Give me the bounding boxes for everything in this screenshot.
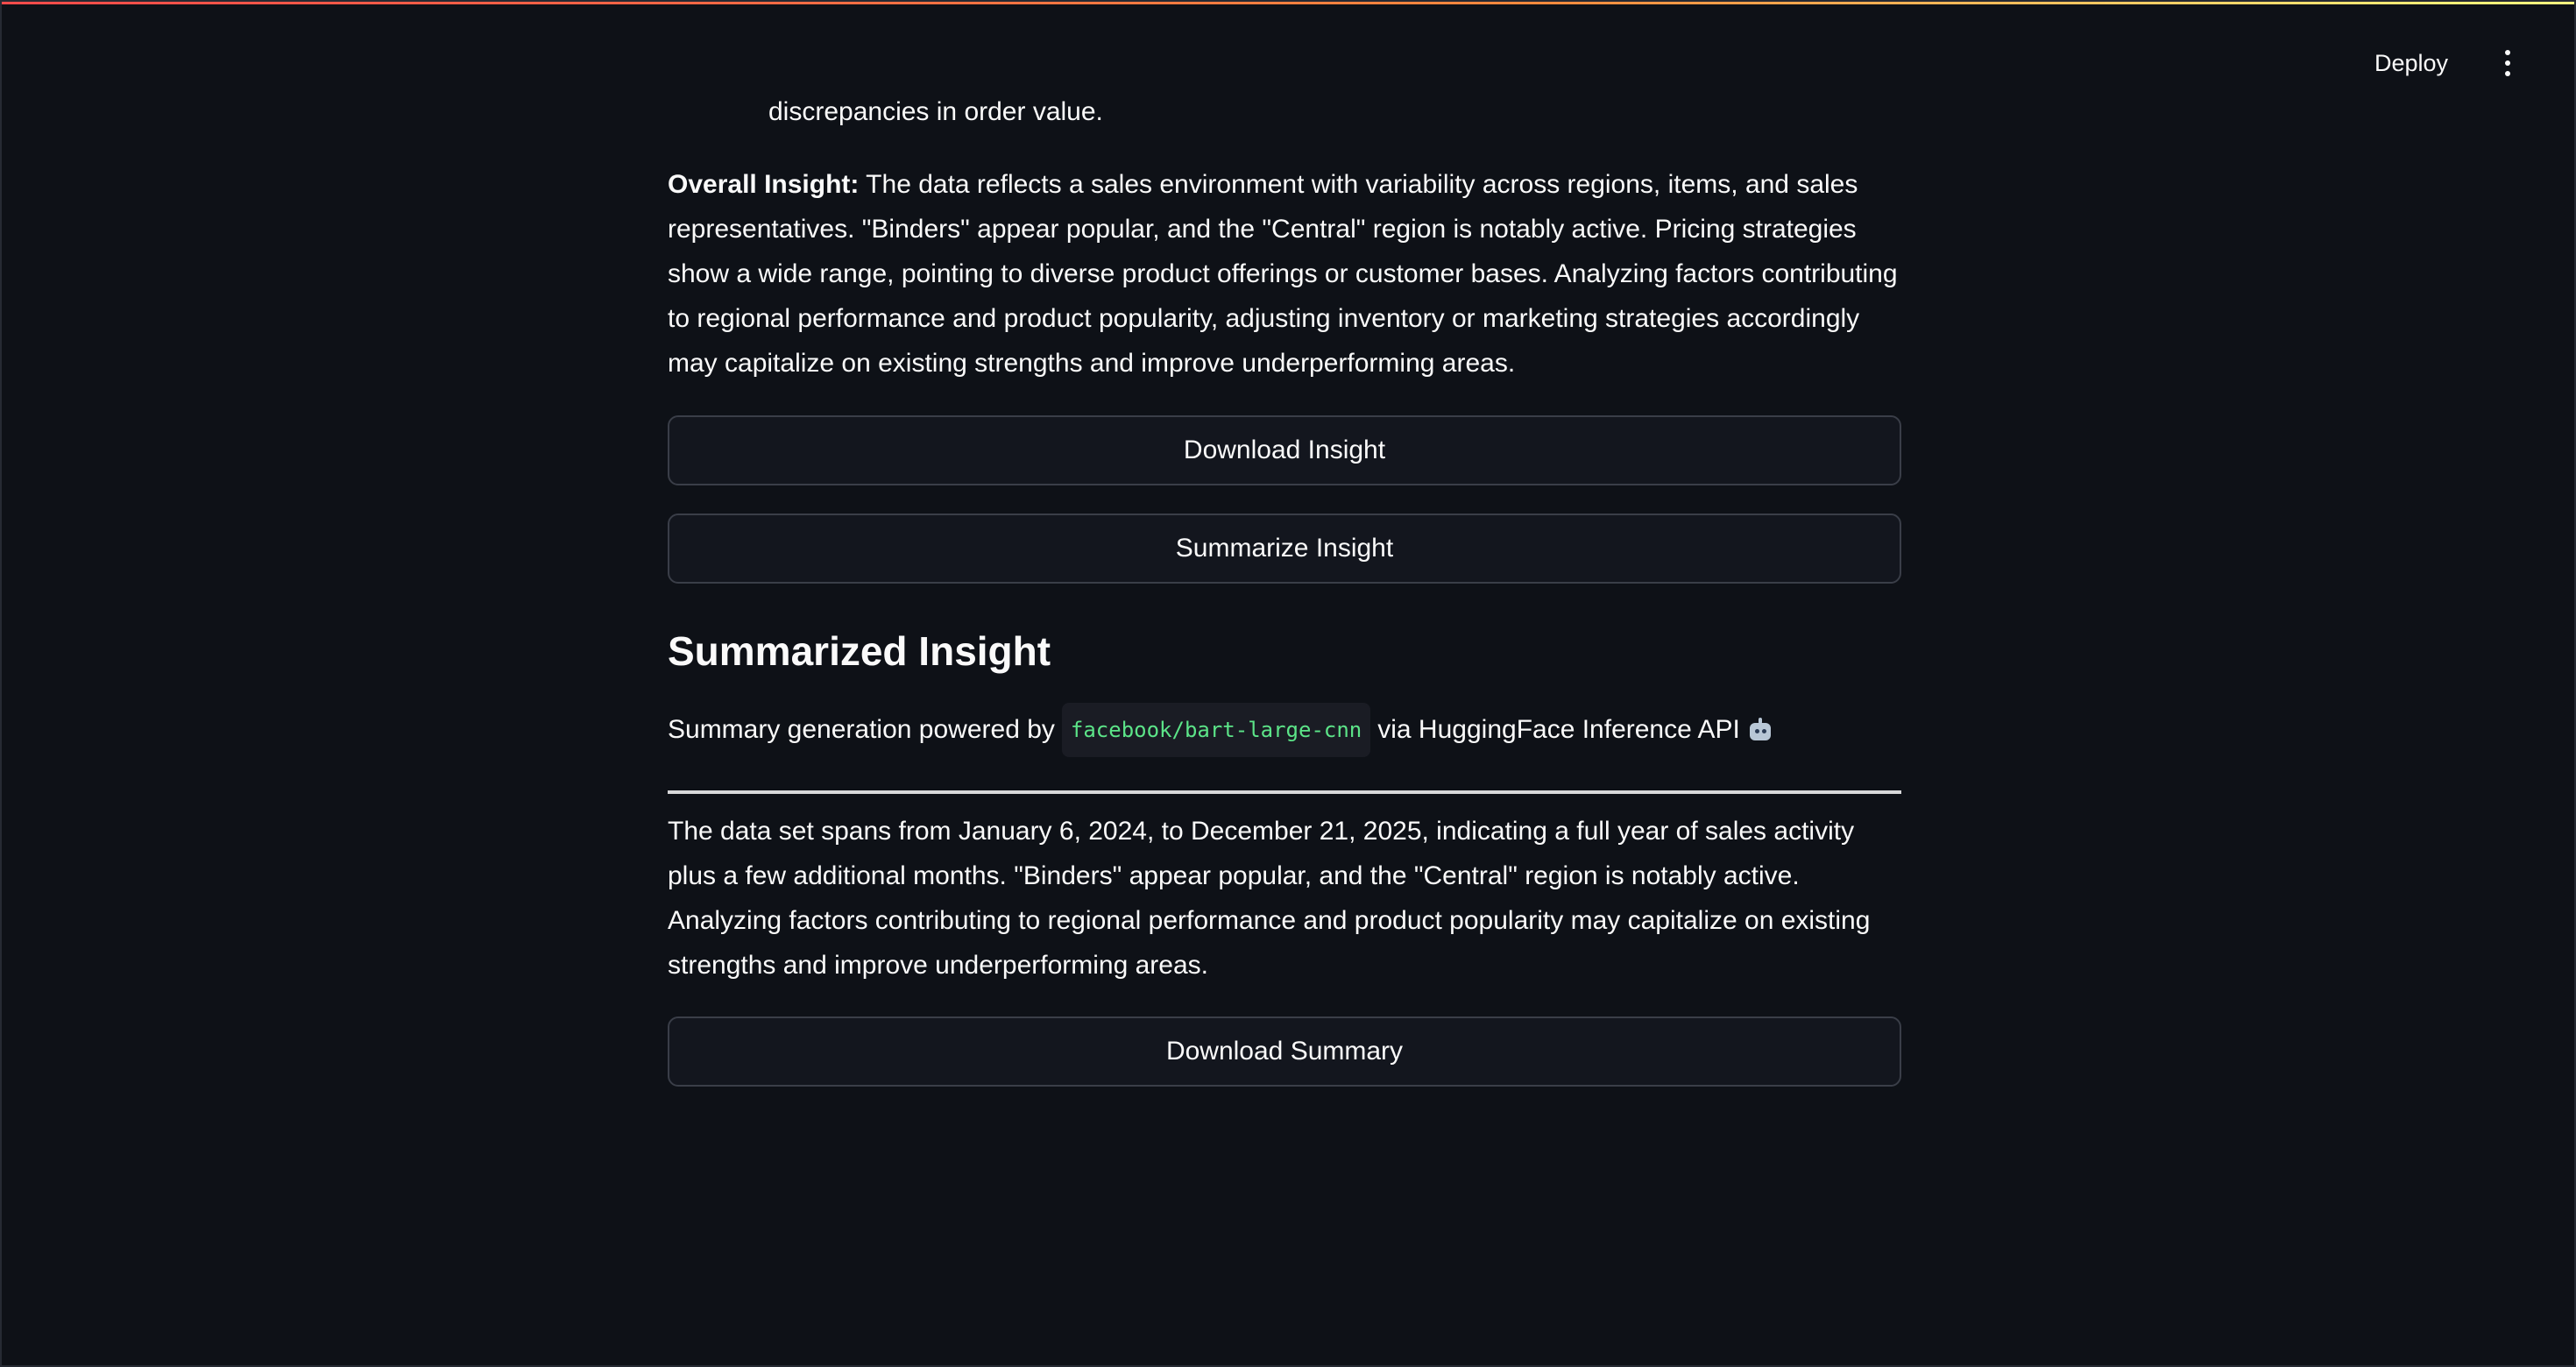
summarize-insight-button[interactable]: Summarize Insight: [668, 514, 1901, 584]
menu-dot: [2505, 50, 2510, 55]
summarize-insight-label: Summarize Insight: [1175, 534, 1394, 563]
list-item-tail: discrepancies in order value.: [768, 97, 1103, 126]
download-insight-button[interactable]: Download Insight: [668, 415, 1901, 485]
overall-insight-label: Overall Insight:: [668, 170, 860, 199]
download-insight-label: Download Insight: [1183, 436, 1386, 464]
menu-dot: [2505, 60, 2510, 66]
top-decoration-bar: [2, 2, 2574, 4]
overall-insight-paragraph: Overall Insight: The data reflects a sal…: [668, 162, 1901, 386]
app-window: Deploy discrepancies in order value. Ove…: [0, 0, 2576, 1367]
model-name-code: facebook/bart-large-cnn: [1061, 703, 1371, 757]
download-summary-button[interactable]: Download Summary: [668, 1016, 1901, 1087]
powered-by-line: Summary generation powered by facebook/b…: [668, 703, 1772, 757]
powered-by-prefix: Summary generation powered by: [668, 715, 1055, 744]
summary-paragraph: The data set spans from January 6, 2024,…: [668, 817, 1871, 980]
download-summary-label: Download Summary: [1165, 1037, 1404, 1066]
robot-icon: [1749, 718, 1772, 742]
overall-insight-text: The data reflects a sales environment wi…: [668, 170, 1898, 378]
powered-by-suffix: via HuggingFace Inference API: [1377, 715, 1740, 744]
summarized-insight-heading: Summarized Insight: [668, 628, 1051, 674]
menu-dot: [2505, 71, 2510, 76]
deploy-button[interactable]: Deploy: [2364, 43, 2459, 84]
horizontal-divider: [668, 790, 1901, 794]
vertical-ellipsis-icon[interactable]: [2490, 41, 2525, 85]
app-header: Deploy: [2364, 37, 2525, 89]
